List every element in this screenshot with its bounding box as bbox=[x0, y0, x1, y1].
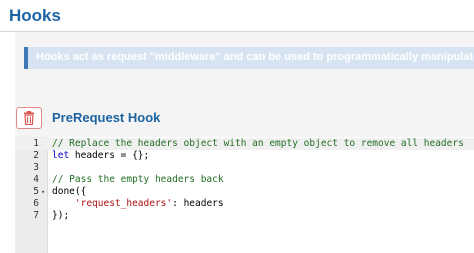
code-text: // Replace the headers object with an em… bbox=[52, 138, 464, 150]
line-number: 5 bbox=[33, 186, 39, 197]
code-line[interactable]: 1 // Replace the headers object with an e… bbox=[15, 138, 474, 150]
code-token-comment: // Replace the headers object with an em… bbox=[52, 138, 464, 149]
code-line[interactable]: 7}); bbox=[15, 210, 474, 222]
code-text: }); bbox=[52, 210, 69, 222]
fold-arrow-icon[interactable]: ▾ bbox=[41, 186, 45, 198]
code-token-plain: done({ bbox=[52, 186, 87, 197]
code-text: 'request_headers': headers bbox=[52, 198, 224, 210]
code-line[interactable]: 5 ▾ done({ bbox=[15, 186, 474, 198]
line-number: 4 bbox=[33, 174, 39, 185]
code-token-keyword: let bbox=[52, 150, 70, 161]
info-banner-text: Hooks act as request "middleware" and ca… bbox=[36, 51, 474, 63]
trash-icon bbox=[24, 111, 34, 125]
code-token-plain: headers = {}; bbox=[69, 150, 150, 161]
code-token-string: 'request_headers' bbox=[74, 198, 173, 209]
line-number: 6 bbox=[33, 198, 39, 209]
code-text: let headers = {}; bbox=[52, 150, 149, 162]
code-text: // Pass the empty headers back bbox=[52, 174, 224, 186]
line-number: 1 bbox=[33, 138, 39, 149]
code-line[interactable]: 3 bbox=[15, 162, 474, 174]
code-line[interactable]: 4 // Pass the empty headers back bbox=[15, 174, 474, 186]
code-token-plain: }); bbox=[52, 210, 70, 221]
page-title: Hooks bbox=[9, 6, 61, 25]
code-line[interactable]: 2 let headers = {}; bbox=[15, 150, 474, 162]
code-line[interactable]: 6 'request_headers': headers bbox=[15, 198, 474, 210]
line-number: 3 bbox=[33, 162, 39, 173]
code-token-plain: : headers bbox=[172, 198, 224, 209]
delete-hook-button[interactable] bbox=[16, 107, 42, 129]
line-number: 7 bbox=[33, 210, 39, 221]
code-text: done({ bbox=[52, 186, 86, 198]
info-banner: Hooks act as request "middleware" and ca… bbox=[24, 47, 474, 69]
line-number: 2 bbox=[33, 150, 39, 161]
code-token-comment: // Pass the empty headers back bbox=[52, 174, 224, 185]
hook-section-title: PreRequest Hook bbox=[52, 110, 161, 125]
